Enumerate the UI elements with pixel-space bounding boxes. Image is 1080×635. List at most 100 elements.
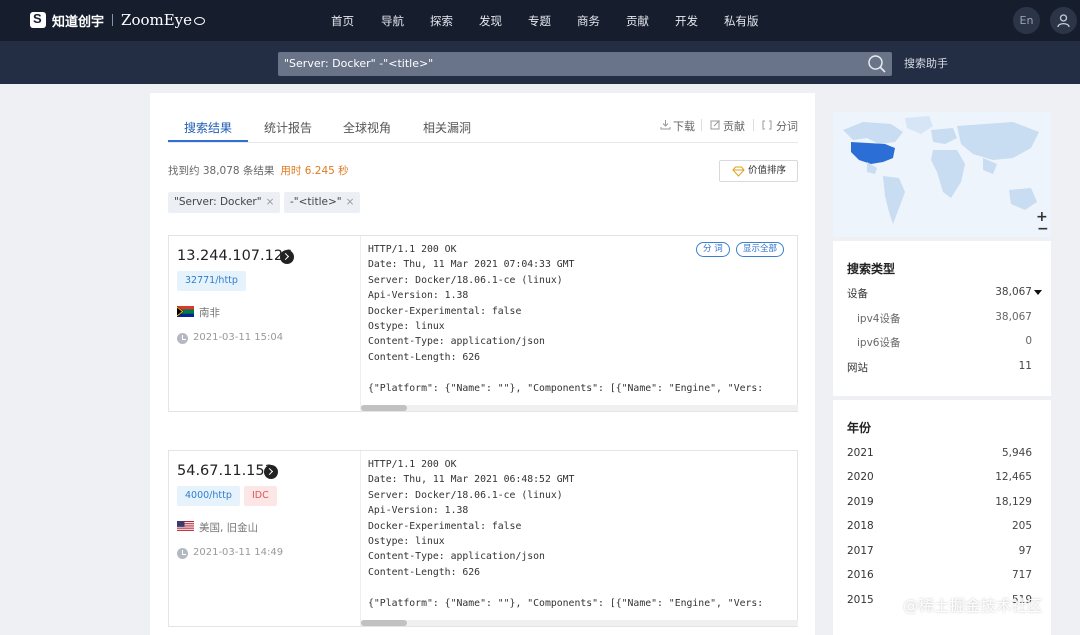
language-toggle-button[interactable]: En — [1013, 7, 1040, 34]
year-label: 2018 — [847, 520, 874, 532]
year-label: 2019 — [847, 496, 874, 508]
result-card: 13.244.107.126 32771/http 南非 2021-03-11 … — [168, 235, 798, 412]
year-label: 2015 — [847, 594, 874, 606]
download-label: 下载 — [673, 120, 695, 133]
show-all-button[interactable]: 显示全部 — [736, 242, 785, 257]
result-ip-link[interactable]: 54.67.11.153 — [177, 463, 274, 479]
tab-related-vulns[interactable]: 相关漏洞 — [423, 119, 471, 136]
toolbar-divider — [753, 119, 754, 131]
horizontal-scrollbar[interactable] — [361, 405, 798, 411]
search-bar-region: "Server: Docker" -"<title>" 搜索助手 — [0, 41, 1080, 84]
scan-datetime: 2021-03-11 15:04 — [193, 332, 284, 343]
diamond-icon — [732, 166, 745, 177]
port-service-tag[interactable]: 32771/http — [177, 271, 246, 291]
brand-cn-name: 知道创宇 — [52, 14, 105, 30]
user-icon — [1057, 14, 1070, 28]
map-zoom-out-button[interactable]: − — [1037, 221, 1049, 237]
year-row[interactable]: 2021 5,946 — [847, 447, 1032, 461]
search-helper-link[interactable]: 搜索助手 — [904, 55, 948, 71]
year-row[interactable]: 2018 205 — [847, 520, 1032, 534]
search-input[interactable]: "Server: Docker" -"<title>" — [278, 52, 892, 76]
year-row[interactable]: 2017 97 — [847, 545, 1032, 559]
nav-item-navigation[interactable]: 导航 — [381, 13, 404, 29]
result-card: 54.67.11.153 4000/http IDC 美国, 旧金山 2021-… — [168, 450, 798, 627]
filter-row-website[interactable]: 网站 11 — [847, 360, 1032, 374]
segment-label: 分词 — [776, 120, 798, 133]
value-sort-button[interactable]: 价值排序 — [719, 160, 798, 182]
tab-global-view[interactable]: 全球视角 — [343, 119, 391, 136]
nav-item-business[interactable]: 商务 — [577, 13, 600, 29]
location-label: 南非 — [199, 307, 220, 319]
year-row[interactable]: 2020 12,465 — [847, 471, 1032, 485]
nav-item-private[interactable]: 私有版 — [724, 13, 759, 29]
scrollbar-thumb[interactable] — [361, 405, 407, 411]
filter-count: 38,067 — [995, 286, 1032, 298]
clock-icon — [177, 333, 188, 344]
download-icon — [660, 120, 671, 130]
year-count: 205 — [1011, 520, 1032, 532]
scrollbar-thumb[interactable] — [361, 620, 407, 626]
nav-item-explore[interactable]: 探索 — [430, 13, 453, 29]
filter-row-device[interactable]: 设备 38,067 — [847, 286, 1042, 300]
horizontal-scrollbar[interactable] — [361, 620, 798, 626]
clock-icon — [177, 548, 188, 559]
nav-item-discover[interactable]: 发现 — [479, 13, 502, 29]
top-nav: 知道创宇 ZoomEye 首页 导航 探索 发现 专题 商务 贡献 开发 私有版… — [0, 0, 1080, 41]
filter-count: 0 — [1025, 335, 1032, 347]
brand-logo[interactable]: 知道创宇 ZoomEye — [30, 10, 206, 30]
year-count: 5,946 — [1001, 447, 1032, 459]
bracket-icon — [762, 120, 772, 130]
http-banner: HTTP/1.1 200 OK Date: Thu, 11 Mar 2021 0… — [368, 244, 764, 394]
idc-tag[interactable]: IDC — [244, 486, 277, 506]
year-title: 年份 — [847, 421, 872, 435]
filter-chip-label: "Server: Docker" — [174, 196, 262, 208]
result-ip-link[interactable]: 13.244.107.126 — [177, 248, 292, 264]
filter-chip: "Server: Docker" × — [168, 192, 281, 213]
user-avatar-button[interactable] — [1050, 7, 1077, 34]
tab-search-results[interactable]: 搜索结果 — [184, 119, 232, 136]
filter-chip: -"<title>" × — [284, 192, 361, 213]
year-count: 717 — [1011, 569, 1032, 581]
year-row[interactable]: 2016 717 — [847, 569, 1032, 583]
year-label: 2020 — [847, 471, 874, 483]
edit-icon — [710, 120, 720, 130]
nav-item-develop[interactable]: 开发 — [675, 13, 698, 29]
close-icon[interactable]: × — [266, 196, 275, 208]
year-label: 2021 — [847, 447, 874, 459]
filter-count: 38,067 — [995, 311, 1032, 323]
location-label: 美国, 旧金山 — [199, 522, 259, 534]
close-icon[interactable]: × — [346, 196, 355, 208]
filter-row-ipv4[interactable]: ipv4设备 38,067 — [847, 311, 1032, 325]
arrow-right-icon[interactable] — [264, 465, 278, 479]
brand-divider — [112, 14, 114, 26]
brand-en-name: ZoomEye — [121, 11, 193, 29]
result-meta: 54.67.11.153 4000/http IDC 美国, 旧金山 2021-… — [169, 451, 361, 626]
nav-item-home[interactable]: 首页 — [331, 13, 354, 29]
world-map[interactable] — [833, 112, 1051, 237]
year-count: 97 — [1018, 545, 1032, 557]
search-type-title: 搜索类型 — [847, 262, 896, 276]
segment-words-button[interactable]: 分 词 — [696, 242, 730, 257]
result-count: 找到约 38,078 条结果 — [168, 165, 275, 177]
year-row[interactable]: 2019 18,129 — [847, 496, 1032, 510]
search-type-panel: 搜索类型 设备 38,067 ipv4设备 38,067 ipv6设备 0 网站… — [833, 241, 1051, 396]
value-sort-label: 价值排序 — [748, 165, 787, 176]
caret-down-icon[interactable] — [1034, 290, 1042, 295]
filter-count: 11 — [1018, 360, 1032, 372]
port-service-tag[interactable]: 4000/http — [177, 486, 240, 506]
eye-icon — [194, 17, 206, 25]
result-summary: 找到约 38,078 条结果 用时 6.245 秒 — [168, 163, 349, 178]
filter-row-ipv6[interactable]: ipv6设备 0 — [847, 335, 1032, 349]
scan-datetime: 2021-03-11 14:49 — [193, 547, 284, 558]
tab-stats-report[interactable]: 统计报告 — [264, 119, 312, 136]
toolbar-divider — [701, 119, 702, 131]
knownsec-logo-icon — [30, 11, 46, 28]
nav-item-topics[interactable]: 专题 — [528, 13, 551, 29]
filter-label: ipv6设备 — [857, 337, 901, 349]
arrow-right-icon[interactable] — [280, 250, 294, 264]
search-icon[interactable] — [867, 54, 887, 74]
world-map-graphic — [833, 112, 1051, 237]
south-africa-flag-icon — [177, 306, 194, 317]
nav-item-contribute[interactable]: 贡献 — [626, 13, 649, 29]
contribute-label: 贡献 — [723, 120, 745, 133]
